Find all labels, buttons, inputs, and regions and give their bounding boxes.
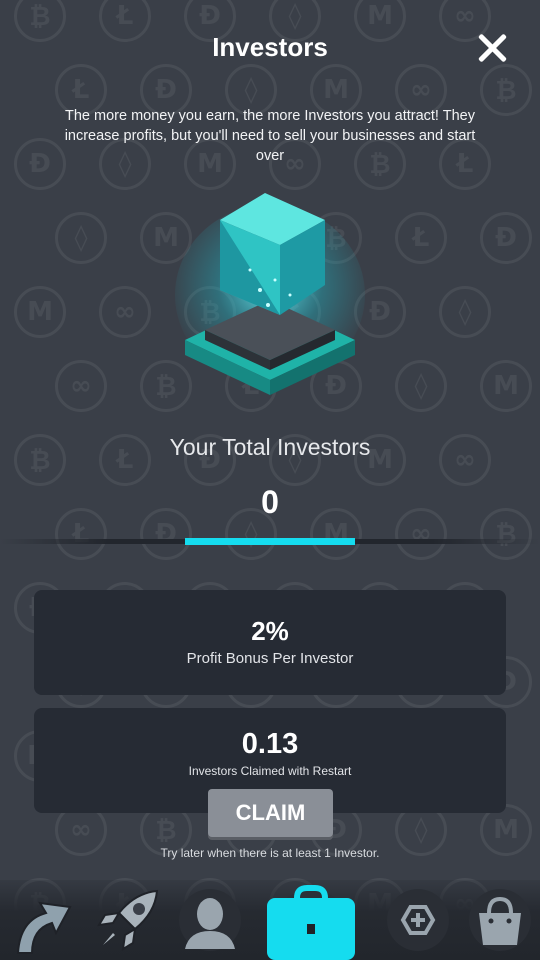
coin-pattern-icon: ◊ [55, 212, 107, 264]
coin-pattern-icon: M [14, 286, 66, 338]
coin-pattern-icon: ₿ [480, 64, 532, 116]
profit-bonus-label: Profit Bonus Per Investor [186, 650, 354, 667]
profit-bonus-value: 2% [251, 616, 289, 646]
total-investors-label: Your Total Investors [169, 434, 371, 460]
investor-cube-illustration [175, 193, 365, 395]
close-icon[interactable] [472, 28, 512, 68]
coin-pattern-icon: ◊ [439, 286, 491, 338]
briefcase-icon[interactable] [256, 880, 366, 960]
progress-indicator [185, 538, 355, 545]
coin-pattern-icon: ◊ [395, 360, 447, 412]
claimable-investors-label: Investors Claimed with Restart [188, 764, 352, 778]
coin-pattern-icon: ∞ [99, 286, 151, 338]
page-title: Investors [212, 32, 328, 62]
manager-icon[interactable] [172, 880, 247, 960]
shop-bag-icon[interactable] [462, 880, 537, 960]
bottom-navigation [0, 880, 540, 960]
total-investors-value: 0 [261, 484, 279, 520]
profit-bonus-card: 2% Profit Bonus Per Investor [34, 590, 506, 695]
description-text: The more money you earn, the more Invest… [64, 108, 476, 164]
claim-hint: Try later when there is at least 1 Inves… [160, 846, 380, 860]
upgrade-arrow-icon[interactable] [5, 880, 80, 960]
claim-button[interactable]: CLAIM [208, 789, 333, 837]
coin-pattern-icon: M [480, 360, 532, 412]
coin-pattern-icon: Ð [480, 212, 532, 264]
hexagon-plus-icon[interactable] [380, 880, 455, 960]
claimable-investors-value: 0.13 [241, 728, 299, 760]
coin-pattern-icon: Ł [395, 212, 447, 264]
rocket-icon[interactable] [90, 880, 165, 960]
coin-pattern-icon: ∞ [55, 360, 107, 412]
